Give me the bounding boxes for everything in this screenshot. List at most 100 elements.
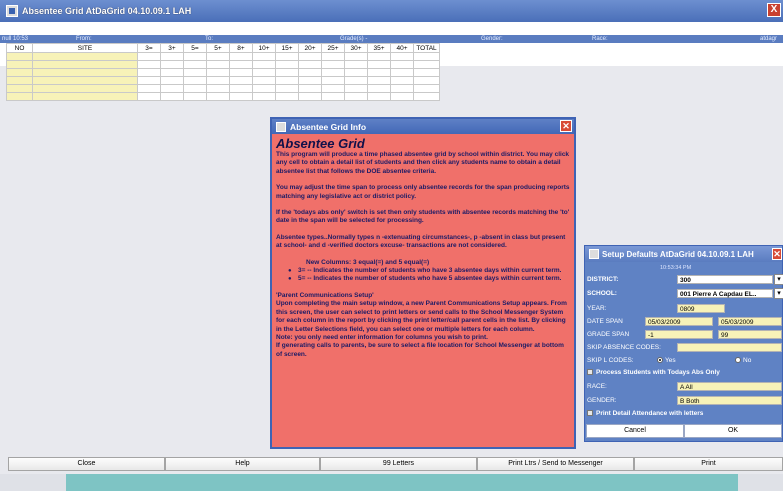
grade-from-field[interactable]: -1 bbox=[645, 330, 713, 339]
table-row[interactable] bbox=[6, 76, 440, 85]
gender-field[interactable]: B Both bbox=[677, 396, 782, 405]
grid-cell[interactable] bbox=[229, 60, 253, 69]
todays-abs-checkbox-row[interactable]: Process Students with Todays Abs Only bbox=[587, 368, 720, 378]
grid-cell[interactable] bbox=[321, 52, 345, 61]
grid-cell[interactable] bbox=[183, 76, 207, 85]
grid-cell[interactable] bbox=[32, 92, 138, 101]
grid-cell[interactable] bbox=[160, 84, 184, 93]
grid-cell[interactable] bbox=[32, 60, 138, 69]
grid-cell[interactable] bbox=[298, 68, 322, 77]
info-dialog-titlebar[interactable]: Absentee Grid Info ✕ bbox=[272, 119, 574, 134]
table-row[interactable] bbox=[6, 84, 440, 93]
grid-cell[interactable] bbox=[183, 52, 207, 61]
grid-cell[interactable] bbox=[390, 68, 414, 77]
radio-selected-icon[interactable] bbox=[657, 357, 663, 363]
grid-cell[interactable] bbox=[32, 68, 138, 77]
checkbox-icon[interactable] bbox=[587, 410, 593, 416]
grid-cell[interactable] bbox=[206, 76, 230, 85]
grid-cell[interactable] bbox=[298, 60, 322, 69]
grid-cell[interactable] bbox=[160, 76, 184, 85]
grid-cell[interactable] bbox=[229, 68, 253, 77]
grid-cell[interactable] bbox=[367, 68, 391, 77]
district-field[interactable]: 300 bbox=[677, 275, 773, 284]
grid-cell[interactable] bbox=[413, 52, 440, 61]
letters-button[interactable]: 99 Letters bbox=[320, 457, 477, 471]
absentee-grid-table[interactable]: NO SITE 3= 3+ 5= 5+ 8+ 10+ 15+ 20+ 25+ 3… bbox=[6, 43, 440, 101]
grid-cell[interactable] bbox=[390, 60, 414, 69]
grid-cell[interactable] bbox=[275, 84, 299, 93]
grid-cell[interactable] bbox=[206, 84, 230, 93]
close-button[interactable]: Close bbox=[8, 457, 165, 471]
grid-cell[interactable] bbox=[390, 76, 414, 85]
grid-cell[interactable] bbox=[32, 84, 138, 93]
grid-cell[interactable] bbox=[206, 68, 230, 77]
grid-cell[interactable] bbox=[390, 52, 414, 61]
grid-cell[interactable] bbox=[252, 60, 276, 69]
race-field[interactable]: A All bbox=[677, 382, 782, 391]
grid-cell[interactable] bbox=[298, 92, 322, 101]
print-letters-messenger-button[interactable]: Print Ltrs / Send to Messenger bbox=[477, 457, 634, 471]
grid-cell[interactable] bbox=[275, 76, 299, 85]
grid-cell[interactable] bbox=[390, 92, 414, 101]
grid-cell[interactable] bbox=[344, 60, 368, 69]
district-dropdown-icon[interactable]: ▾ bbox=[774, 274, 783, 285]
grid-cell[interactable] bbox=[298, 84, 322, 93]
print-detail-checkbox-row[interactable]: Print Detail Attendance with letters bbox=[587, 409, 703, 419]
grid-cell[interactable] bbox=[183, 92, 207, 101]
grid-cell[interactable] bbox=[344, 52, 368, 61]
grid-cell[interactable] bbox=[229, 92, 253, 101]
date-from-field[interactable]: 05/03/2009 bbox=[645, 317, 713, 326]
skip-l-no-option[interactable]: No bbox=[735, 356, 751, 366]
grid-cell[interactable] bbox=[6, 84, 33, 93]
grid-cell[interactable] bbox=[367, 76, 391, 85]
grid-cell[interactable] bbox=[183, 68, 207, 77]
skip-l-yes-option[interactable]: Yes bbox=[657, 356, 676, 366]
grid-cell[interactable] bbox=[367, 84, 391, 93]
grid-cell[interactable] bbox=[344, 76, 368, 85]
grid-cell[interactable] bbox=[6, 68, 33, 77]
grid-cell[interactable] bbox=[137, 52, 161, 61]
grid-cell[interactable] bbox=[413, 60, 440, 69]
grid-cell[interactable] bbox=[252, 68, 276, 77]
grid-cell[interactable] bbox=[367, 92, 391, 101]
grid-cell[interactable] bbox=[32, 76, 138, 85]
setup-dialog-titlebar[interactable]: Setup Defaults AtDaGrid 04.10.09.1 LAH ✕ bbox=[585, 246, 782, 262]
grid-cell[interactable] bbox=[183, 84, 207, 93]
radio-unselected-icon[interactable] bbox=[735, 357, 741, 363]
grid-cell[interactable] bbox=[275, 52, 299, 61]
grid-cell[interactable] bbox=[160, 60, 184, 69]
grid-cell[interactable] bbox=[413, 84, 440, 93]
grid-body[interactable] bbox=[6, 52, 440, 101]
grid-cell[interactable] bbox=[321, 92, 345, 101]
date-to-field[interactable]: 05/03/2009 bbox=[718, 317, 782, 326]
grid-cell[interactable] bbox=[6, 76, 33, 85]
grid-cell[interactable] bbox=[275, 60, 299, 69]
ok-button[interactable]: OK bbox=[684, 424, 782, 438]
grid-cell[interactable] bbox=[206, 52, 230, 61]
grid-cell[interactable] bbox=[344, 92, 368, 101]
grid-cell[interactable] bbox=[252, 52, 276, 61]
skip-absence-field[interactable] bbox=[677, 343, 782, 352]
grid-cell[interactable] bbox=[321, 84, 345, 93]
grid-cell[interactable] bbox=[137, 92, 161, 101]
grid-cell[interactable] bbox=[252, 84, 276, 93]
grid-cell[interactable] bbox=[206, 92, 230, 101]
grid-cell[interactable] bbox=[6, 92, 33, 101]
year-field[interactable]: 0809 bbox=[677, 304, 725, 313]
info-dialog-close-button[interactable]: ✕ bbox=[560, 120, 572, 132]
grid-cell[interactable] bbox=[137, 68, 161, 77]
grid-cell[interactable] bbox=[413, 68, 440, 77]
school-field[interactable]: 001 Pierre A Capdau EL.. bbox=[677, 289, 773, 298]
table-row[interactable] bbox=[6, 68, 440, 77]
grid-cell[interactable] bbox=[160, 52, 184, 61]
grid-cell[interactable] bbox=[137, 60, 161, 69]
grid-cell[interactable] bbox=[275, 92, 299, 101]
grid-cell[interactable] bbox=[183, 60, 207, 69]
grid-cell[interactable] bbox=[367, 52, 391, 61]
grid-cell[interactable] bbox=[229, 76, 253, 85]
grid-cell[interactable] bbox=[321, 60, 345, 69]
grid-cell[interactable] bbox=[6, 60, 33, 69]
table-row[interactable] bbox=[6, 60, 440, 69]
window-close-button[interactable]: X bbox=[767, 3, 781, 17]
school-dropdown-icon[interactable]: ▾ bbox=[774, 288, 783, 299]
